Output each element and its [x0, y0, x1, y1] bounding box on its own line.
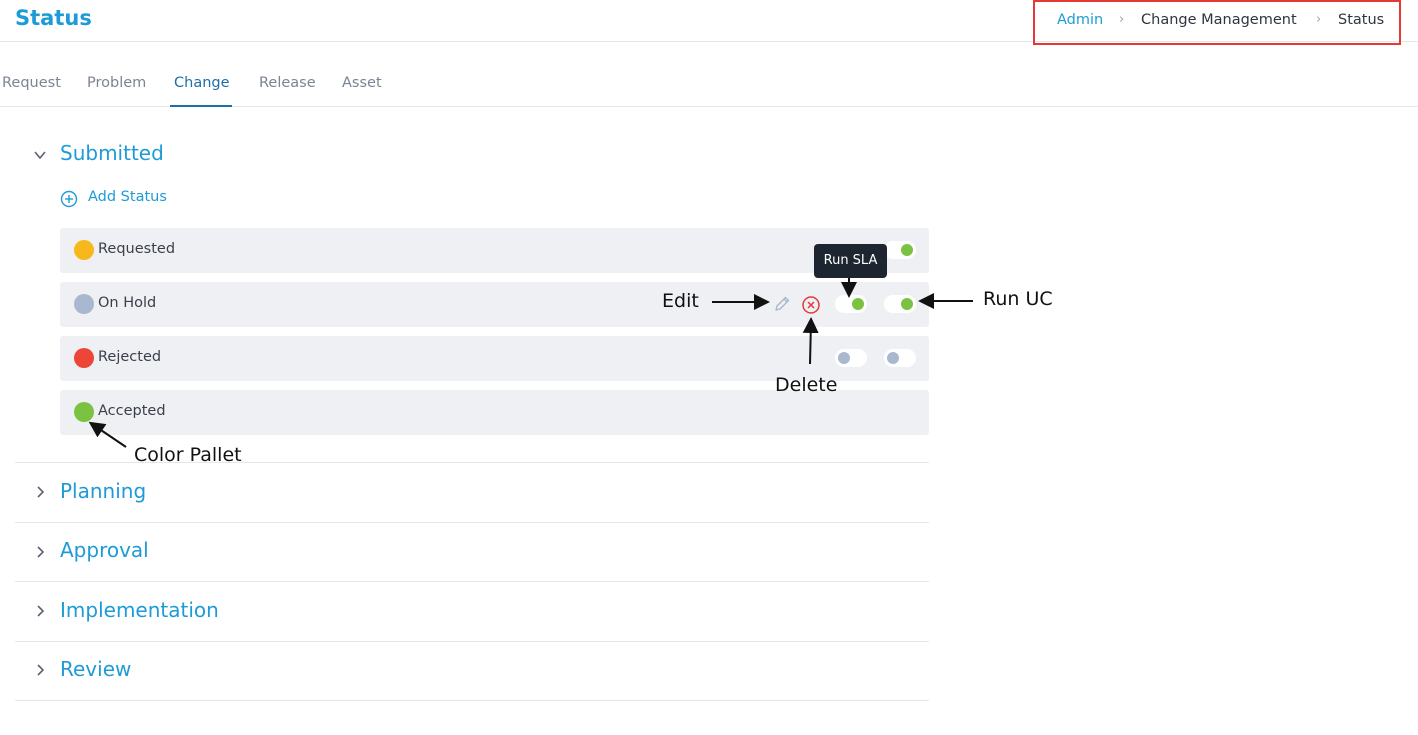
annotation-delete: Delete — [775, 374, 838, 396]
color-pallet-button[interactable] — [74, 240, 94, 260]
status-name: Accepted — [98, 403, 166, 419]
toggle-knob — [838, 352, 850, 364]
module-tabs: Request Problem Change Release Asset — [0, 42, 1418, 107]
add-status-label: Add Status — [88, 189, 167, 205]
run-sla-tooltip: Run SLA — [814, 244, 887, 278]
chevron-right-icon[interactable] — [33, 485, 47, 499]
tab-release[interactable]: Release — [259, 75, 316, 91]
color-pallet-button[interactable] — [74, 402, 94, 422]
section-planning-title[interactable]: Planning — [60, 479, 146, 503]
section-divider — [15, 700, 929, 701]
pencil-icon[interactable] — [772, 294, 792, 314]
run-uc-toggle[interactable] — [884, 295, 916, 313]
tab-request[interactable]: Request — [2, 75, 61, 91]
active-tab-indicator — [170, 105, 232, 107]
section-approval-title[interactable]: Approval — [60, 538, 149, 562]
annotation-color-pallet: Color Pallet — [134, 444, 242, 466]
section-submitted-title[interactable]: Submitted — [60, 141, 164, 165]
chevron-right-icon: › — [1316, 12, 1322, 27]
delete-icon[interactable] — [801, 295, 821, 315]
annotation-run-uc: Run UC — [983, 288, 1053, 310]
run-sla-toggle[interactable] — [835, 349, 867, 367]
status-row-on-hold: On Hold — [60, 282, 929, 327]
chevron-right-icon: › — [1119, 12, 1125, 27]
breadcrumb-change-management-link[interactable]: Change Management — [1141, 12, 1297, 28]
run-uc-toggle[interactable] — [884, 241, 916, 259]
annotation-edit: Edit — [662, 290, 699, 312]
breadcrumb-admin-link[interactable]: Admin — [1057, 12, 1103, 28]
status-name: On Hold — [98, 295, 157, 311]
plus-circle-icon — [60, 190, 78, 208]
status-row-requested: Requested — [60, 228, 929, 273]
chevron-right-icon[interactable] — [33, 663, 47, 677]
status-name: Rejected — [98, 349, 162, 365]
tab-problem[interactable]: Problem — [87, 75, 146, 91]
tab-asset[interactable]: Asset — [342, 75, 382, 91]
status-name: Requested — [98, 241, 176, 257]
chevron-right-icon[interactable] — [33, 604, 47, 618]
toggle-knob — [852, 298, 864, 310]
page-title: Status — [15, 6, 92, 30]
breadcrumb: Admin › Change Management › Status — [1033, 0, 1401, 45]
section-divider — [15, 522, 929, 523]
section-divider — [15, 641, 929, 642]
toggle-knob — [901, 244, 913, 256]
status-row-accepted: Accepted — [60, 390, 929, 435]
toggle-knob — [901, 298, 913, 310]
run-sla-toggle[interactable] — [835, 295, 867, 313]
chevron-down-icon[interactable] — [33, 148, 47, 162]
breadcrumb-current: Status — [1338, 12, 1385, 28]
section-review-title[interactable]: Review — [60, 657, 131, 681]
section-divider — [15, 581, 929, 582]
tab-change[interactable]: Change — [174, 75, 230, 91]
color-pallet-button[interactable] — [74, 348, 94, 368]
toggle-knob — [887, 352, 899, 364]
section-implementation-title[interactable]: Implementation — [60, 598, 219, 622]
color-pallet-button[interactable] — [74, 294, 94, 314]
chevron-right-icon[interactable] — [33, 545, 47, 559]
run-uc-toggle[interactable] — [884, 349, 916, 367]
